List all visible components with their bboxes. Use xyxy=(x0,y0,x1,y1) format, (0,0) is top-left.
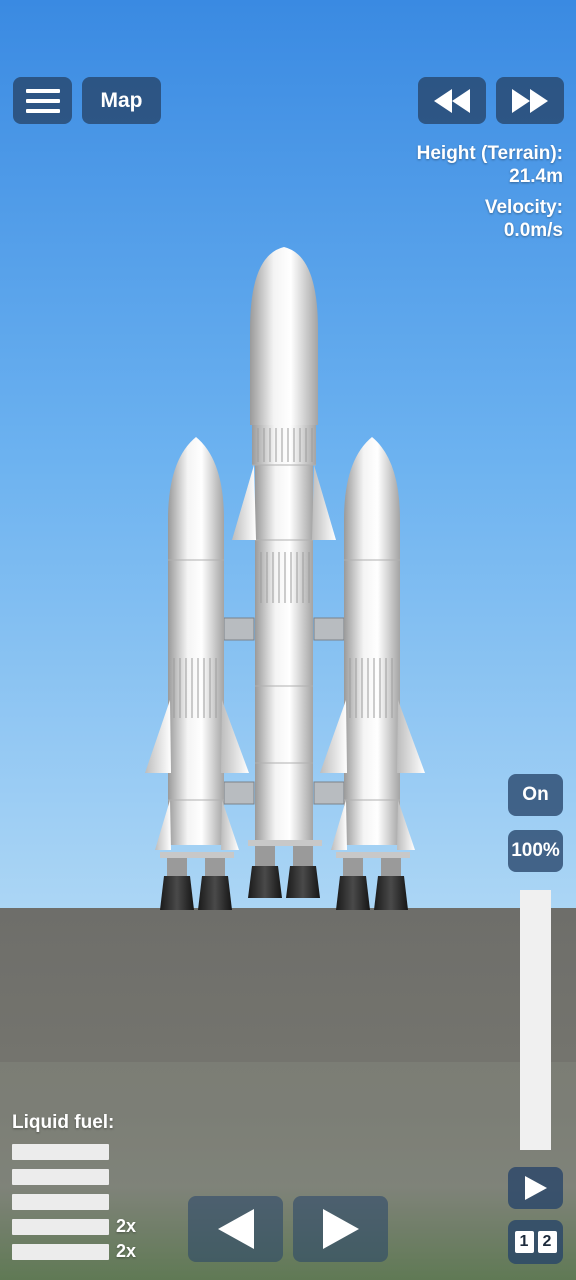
throttle-slider-fill xyxy=(520,890,551,1150)
hamburger-icon xyxy=(25,88,60,113)
rewind-button[interactable] xyxy=(418,77,486,124)
rotate-left-icon xyxy=(216,1209,256,1249)
fuel-bar xyxy=(12,1194,109,1210)
rotate-right-button[interactable] xyxy=(293,1196,388,1262)
velocity-readout: Velocity: 0.0m/s xyxy=(485,196,563,242)
stage-play-button[interactable] xyxy=(508,1167,563,1209)
fast-forward-icon xyxy=(510,88,550,113)
velocity-label: Velocity: xyxy=(484,197,563,218)
height-label: Height (Terrain): xyxy=(416,143,563,164)
height-readout: Height (Terrain): 21.4m xyxy=(417,142,563,188)
fuel-bar xyxy=(12,1244,109,1260)
fuel-label: Liquid fuel: xyxy=(12,1112,115,1133)
stage-number-1: 1 xyxy=(514,1231,534,1253)
play-icon xyxy=(524,1176,547,1200)
map-button[interactable]: Map xyxy=(82,77,161,124)
engine-toggle-label: On xyxy=(522,784,549,805)
fuel-bar xyxy=(12,1169,109,1185)
throttle-percent-label: 100% xyxy=(511,840,560,861)
throttle-percent-button[interactable]: 100% xyxy=(508,830,563,872)
fast-forward-button[interactable] xyxy=(496,77,564,124)
game-scene xyxy=(0,0,576,1280)
rotate-right-icon xyxy=(321,1209,361,1249)
fuel-multiplier: 2x xyxy=(116,1241,137,1261)
engine-toggle-button[interactable]: On xyxy=(508,774,563,816)
height-value: 21.4m xyxy=(509,166,563,187)
map-button-label: Map xyxy=(100,88,143,112)
fuel-multiplier: 2x xyxy=(116,1216,137,1236)
stage-number-2: 2 xyxy=(537,1231,557,1253)
menu-button[interactable] xyxy=(13,77,72,124)
rotate-left-button[interactable] xyxy=(188,1196,283,1262)
stage-selector[interactable]: 1 2 xyxy=(508,1220,563,1264)
velocity-value: 0.0m/s xyxy=(503,220,563,241)
throttle-slider[interactable] xyxy=(520,890,551,1150)
rewind-icon xyxy=(432,88,472,113)
fuel-bar xyxy=(12,1144,109,1160)
fuel-bar xyxy=(12,1219,109,1235)
